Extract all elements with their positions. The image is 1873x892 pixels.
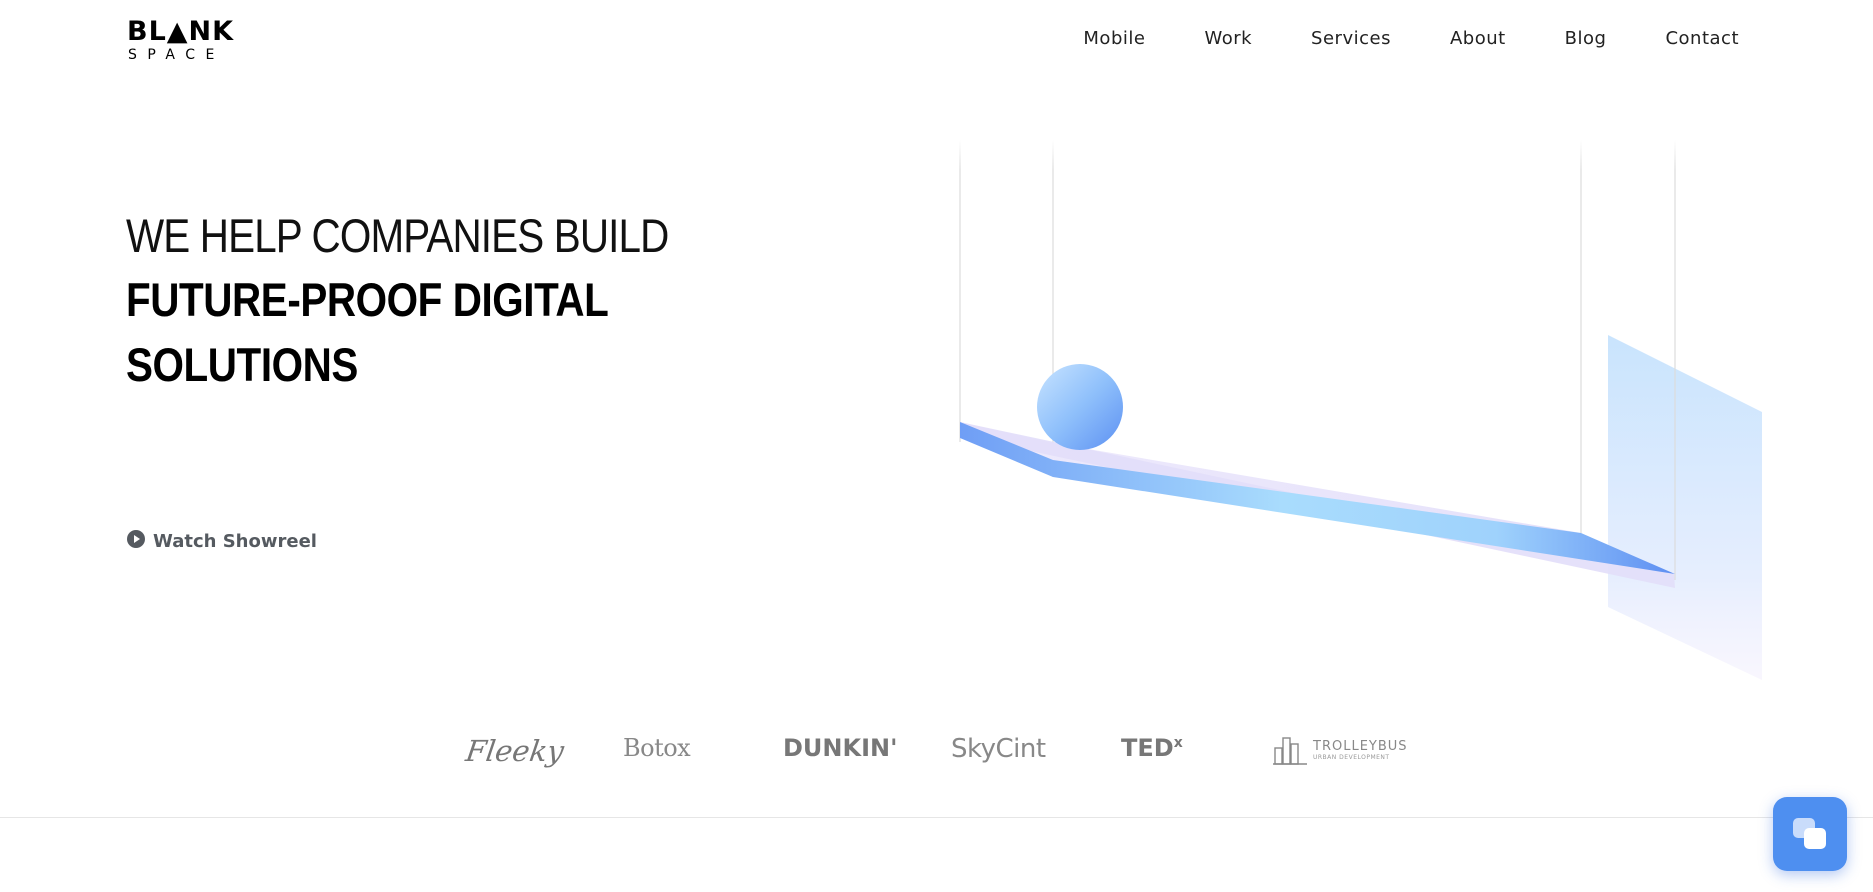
hero-line-2: FUTURE-PROOF DIGITAL [126,273,609,326]
hero-line-3: SOLUTIONS [126,338,358,391]
nav-item-work[interactable]: Work [1204,26,1252,52]
nav-item-about[interactable]: About [1450,26,1506,52]
client-logo-trolleybus: TROLLEYBUS URBAN DEVELOPMENT [1273,732,1408,766]
logo-wordmark: BL▲NK [127,16,235,47]
chat-widget-button[interactable] [1773,797,1847,871]
nav-item-blog[interactable]: Blog [1565,26,1607,52]
hero-illustration [950,140,1770,700]
showreel-label: Watch Showreel [153,531,317,552]
client-logo-skycint: SkyCint [951,734,1046,764]
watch-showreel-link[interactable]: Watch Showreel [127,530,317,553]
trolleybus-mark-icon [1273,737,1307,765]
client-logo-tedx: TEDx [1121,734,1183,762]
brand-logo[interactable]: BL▲NK SPACE [127,18,237,64]
nav-item-services[interactable]: Services [1311,26,1391,52]
client-logo-botox: Botox [623,734,691,762]
client-logo-fleeky: Fleeky [463,734,567,768]
nav-item-mobile[interactable]: Mobile [1083,26,1145,52]
site-header: BL▲NK SPACE Mobile Work Services About B… [0,0,1873,80]
logo-subtitle: SPACE [128,47,225,63]
hero-line-1: WE HELP COMPANIES BUILD [126,209,669,262]
play-circle-icon [127,530,145,553]
main-nav: Mobile Work Services About Blog Contact [1083,26,1739,52]
nav-item-contact[interactable]: Contact [1665,26,1739,52]
client-logo-dunkin: DUNKIN' [783,734,898,762]
client-logos: Fleeky Botox DUNKIN' SkyCint TEDx TROLLE… [460,726,1420,772]
hero-headline: WE HELP COMPANIES BUILD FUTURE-PROOF DIG… [126,205,757,397]
section-divider [0,817,1873,818]
chat-bubbles-icon [1793,818,1826,849]
